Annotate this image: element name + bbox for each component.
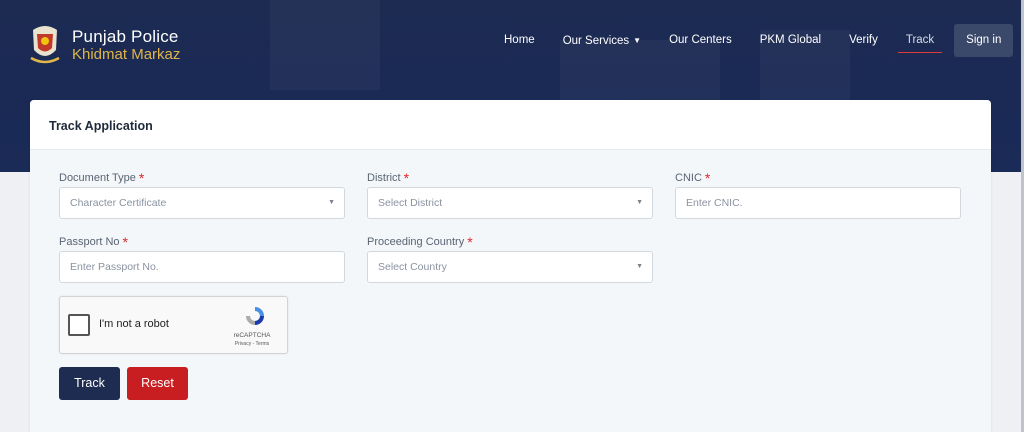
cnic-placeholder: Enter CNIC. (686, 197, 743, 209)
required-mark: * (704, 170, 711, 186)
chevron-down-icon: ▼ (636, 199, 643, 206)
nav-verify[interactable]: Verify (835, 24, 892, 57)
cnic-label: CNIC * (675, 170, 711, 186)
passport-label: Passport No * (59, 234, 128, 250)
cnic-field: CNIC * Enter CNIC. (675, 167, 961, 219)
passport-input[interactable]: Enter Passport No. (59, 251, 345, 283)
district-select[interactable]: Select District ▼ (367, 187, 653, 219)
district-field: District * Select District ▼ (367, 167, 653, 219)
passport-field: Passport No * Enter Passport No. (59, 231, 345, 283)
card-header: Track Application (30, 100, 991, 150)
recaptcha-terms-link[interactable]: Privacy - Terms (227, 341, 277, 347)
brand-name: Punjab Police (72, 27, 179, 46)
document-type-value: Character Certificate (70, 197, 167, 209)
country-label: Proceeding Country * (367, 234, 473, 250)
district-value: Select District (378, 197, 443, 209)
brand-logo[interactable]: Punjab Police Khidmat Markaz (28, 24, 180, 68)
main-navigation: Home Our Services ▼ Our Centers PKM Globa… (490, 24, 1014, 57)
chevron-down-icon: ▼ (328, 199, 335, 206)
nav-track[interactable]: Track (892, 24, 948, 57)
card-title: Track Application (49, 119, 153, 133)
required-mark: * (122, 234, 128, 250)
recaptcha-checkbox[interactable] (68, 314, 90, 336)
background-building-shape (270, 0, 380, 90)
country-value: Select Country (378, 261, 447, 273)
nav-our-services[interactable]: Our Services ▼ (549, 24, 655, 57)
required-mark: * (467, 234, 473, 250)
track-button[interactable]: Track (59, 367, 120, 400)
district-label: District * (367, 170, 410, 186)
nav-pkm-global[interactable]: PKM Global (746, 24, 835, 57)
caret-down-icon: ▼ (633, 36, 642, 45)
track-application-card: Track Application Document Type * Charact… (30, 100, 991, 432)
reset-button[interactable]: Reset (127, 367, 188, 400)
nav-our-centers[interactable]: Our Centers (655, 24, 746, 57)
country-field: Proceeding Country * Select Country ▼ (367, 231, 653, 283)
nav-home[interactable]: Home (490, 24, 549, 57)
punjab-police-emblem-icon (28, 24, 62, 68)
country-select[interactable]: Select Country ▼ (367, 251, 653, 283)
recaptcha-widget: I'm not a robot reCAPTCHA Privacy - Term… (59, 296, 288, 354)
document-type-select[interactable]: Character Certificate ▼ (59, 187, 345, 219)
recaptcha-logo-icon (243, 304, 267, 328)
document-type-field: Document Type * Character Certificate ▼ (59, 167, 345, 219)
recaptcha-brand: reCAPTCHA (233, 332, 271, 339)
required-mark: * (138, 170, 145, 186)
cnic-input[interactable]: Enter CNIC. (675, 187, 961, 219)
sign-in-button[interactable]: Sign in (954, 24, 1014, 57)
passport-placeholder: Enter Passport No. (70, 261, 159, 273)
required-mark: * (403, 170, 410, 186)
chevron-down-icon: ▼ (636, 263, 643, 270)
recaptcha-label: I'm not a robot (99, 318, 169, 330)
brand-subtitle: Khidmat Markaz (72, 46, 181, 63)
document-type-label: Document Type * (59, 170, 145, 186)
nav-our-services-label: Our Services (562, 35, 630, 47)
